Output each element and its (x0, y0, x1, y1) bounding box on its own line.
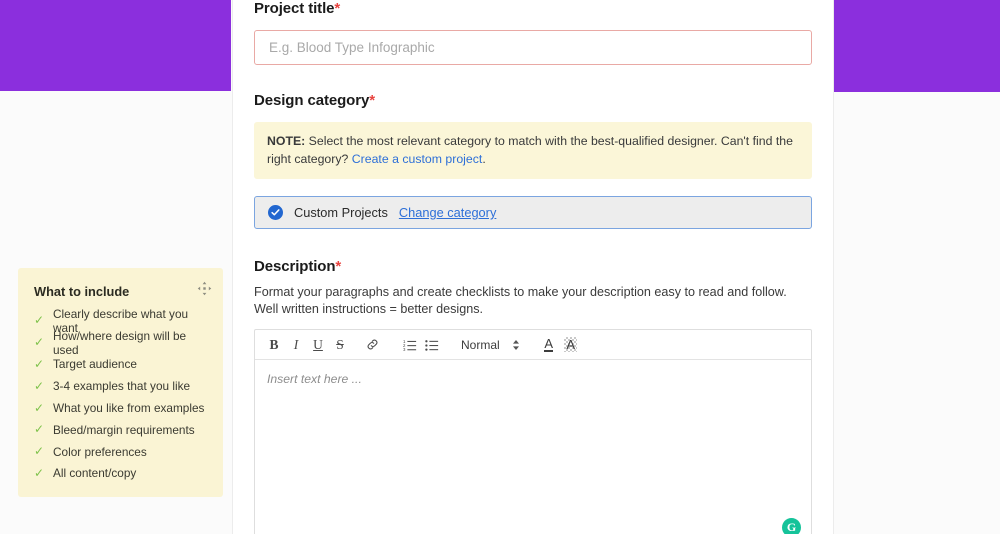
list-item-label: How/where design will be used (53, 328, 187, 357)
description-field-group: Description* Format your paragraphs and … (254, 258, 812, 534)
list-item-label: What you like from examples (53, 401, 205, 416)
banner-block-right (834, 0, 1000, 92)
list-item-label: Target audience (53, 357, 137, 372)
project-brief-form-card: Project title* Design category* NOTE: Se… (232, 0, 834, 534)
ordered-list-icon[interactable]: 1 2 3 (399, 334, 421, 356)
bullet-list-icon[interactable] (421, 334, 443, 356)
strikethrough-button[interactable]: S (329, 334, 351, 356)
check-icon: ✓ (34, 378, 45, 393)
what-to-include-panel: What to include ✓ Clearly describe what … (18, 268, 223, 497)
project-title-label-text: Project title (254, 0, 335, 17)
note-body-text-end: . (482, 152, 486, 166)
check-circle-icon (268, 205, 283, 220)
check-icon: ✓ (34, 356, 45, 371)
list-item-label: 3-4 examples that you like (53, 379, 191, 394)
text-color-button[interactable]: A (538, 334, 560, 356)
what-to-include-list: ✓ Clearly describe what you want ✓ How/w… (34, 307, 207, 485)
description-label: Description* (254, 258, 812, 276)
list-item: ✓ All content/copy (34, 463, 207, 485)
selected-category-row[interactable]: Custom Projects Change category (254, 196, 812, 229)
text-color-letter: A (544, 336, 553, 352)
check-icon: ✓ (34, 465, 45, 480)
list-item: ✓ How/where design will be used (34, 328, 207, 357)
chevron-updown-icon (512, 339, 520, 351)
design-category-note: NOTE: Select the most relevant category … (254, 122, 812, 179)
highlight-color-button[interactable]: A (560, 334, 582, 356)
design-category-required-star: * (369, 92, 375, 109)
description-rich-text-editor: B I U S 1 2 3 Normal A A Insert text her… (254, 329, 812, 534)
list-item-label: All content/copy (53, 466, 137, 481)
move-handle-icon[interactable] (197, 281, 212, 296)
text-format-select[interactable]: Normal (459, 338, 522, 352)
check-icon: ✓ (34, 444, 45, 459)
italic-button[interactable]: I (285, 334, 307, 356)
project-title-input[interactable] (254, 30, 812, 65)
create-custom-project-link[interactable]: Create a custom project (352, 152, 483, 166)
project-title-required-star: * (334, 0, 341, 17)
list-item: ✓ Bleed/margin requirements (34, 419, 207, 441)
list-item: ✓ What you like from examples (34, 397, 207, 419)
list-item-label: Bleed/margin requirements (53, 422, 195, 437)
design-category-label-text: Design category (254, 92, 370, 109)
check-icon: ✓ (34, 422, 45, 437)
note-body-text: Select the most relevant category to mat… (267, 134, 793, 166)
design-category-field-group: Design category* NOTE: Select the most r… (254, 92, 812, 229)
note-prefix: NOTE: (267, 134, 306, 148)
editor-toolbar: B I U S 1 2 3 Normal A A (255, 330, 811, 360)
description-required-star: * (335, 258, 342, 275)
highlight-color-letter: A (566, 337, 576, 352)
check-icon: ✓ (34, 313, 45, 328)
selected-category-name: Custom Projects (294, 205, 388, 220)
what-to-include-title: What to include (34, 284, 130, 299)
editor-content-area[interactable]: Insert text here ... G (255, 360, 811, 534)
project-title-field-group: Project title* (254, 0, 812, 65)
description-label-text: Description (254, 258, 336, 275)
link-icon[interactable] (361, 334, 383, 356)
check-icon: ✓ (34, 400, 45, 415)
underline-button[interactable]: U (307, 334, 329, 356)
banner-block-left (0, 0, 231, 91)
project-title-label: Project title* (254, 0, 812, 18)
text-format-select-value: Normal (461, 337, 500, 352)
list-item: ✓ Color preferences (34, 441, 207, 463)
editor-placeholder: Insert text here ... (267, 372, 362, 386)
change-category-link[interactable]: Change category (399, 205, 496, 220)
list-item-label: Color preferences (53, 444, 147, 459)
list-item: ✓ 3-4 examples that you like (34, 375, 207, 397)
design-category-label: Design category* (254, 92, 812, 110)
check-icon: ✓ (34, 335, 45, 350)
grammarly-icon[interactable]: G (782, 518, 801, 534)
bold-button[interactable]: B (263, 334, 285, 356)
description-help-text: Format your paragraphs and create checkl… (254, 285, 787, 316)
list-item: ✓ Target audience (34, 354, 207, 376)
svg-text:3: 3 (403, 347, 406, 351)
